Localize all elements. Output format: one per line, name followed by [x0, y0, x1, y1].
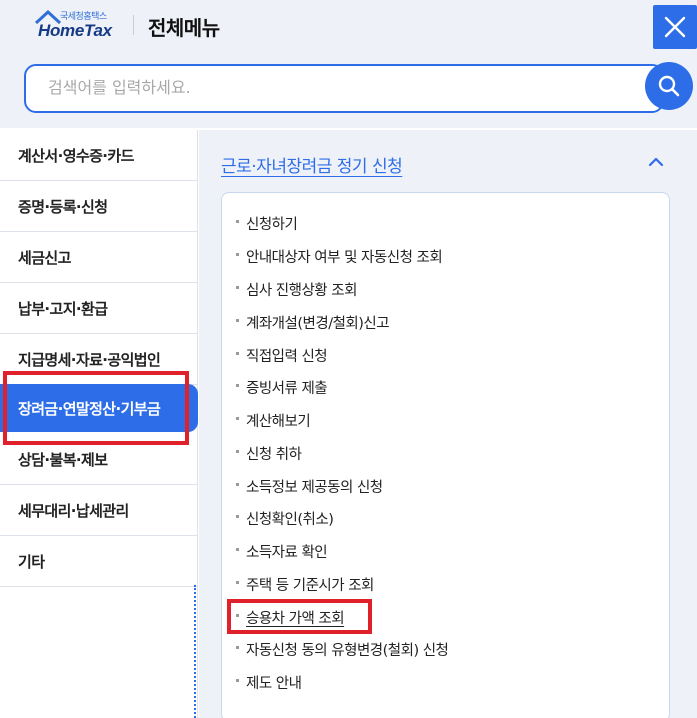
- search-input[interactable]: [48, 78, 608, 97]
- menu-item-consult-appeal-report[interactable]: 상담·불복·제보: [0, 434, 198, 485]
- search-icon: [658, 75, 680, 97]
- submenu-item-account-registration[interactable]: 계좌개설(변경/철회)신고: [236, 312, 390, 333]
- submenu-item-submit-documents[interactable]: 증빙서류 제출: [236, 377, 328, 398]
- submenu-item-housing-price[interactable]: 주택 등 기준시가 조회: [236, 574, 374, 595]
- submenu-item-auto-apply-change[interactable]: 자동신청 동의 유형변경(철회) 신청: [236, 639, 449, 660]
- page-title: 전체메뉴: [148, 16, 220, 40]
- chevron-up-icon[interactable]: [644, 152, 668, 172]
- submenu-item-direct-input[interactable]: 직접입력 신청: [236, 345, 328, 366]
- menu-item-payment-notice-refund[interactable]: 납부·고지·환급: [0, 283, 198, 334]
- submenu-item-car-value[interactable]: 승용차 가액 조회: [236, 607, 345, 628]
- submenu-item-calculate[interactable]: 계산해보기: [236, 410, 311, 431]
- header-divider: [133, 15, 134, 35]
- close-button[interactable]: [653, 5, 697, 49]
- submenu-item-system-guide[interactable]: 제도 안내: [236, 672, 302, 693]
- submenu-item-guide-target[interactable]: 안내대상자 여부 및 자동신청 조회: [236, 246, 443, 267]
- menu-item-payment-statement[interactable]: 지급명세·자료·공익법인: [0, 334, 198, 385]
- search-button[interactable]: [645, 62, 693, 110]
- submenu-panel: 근로·자녀장려금 정기 신청 신청하기 안내대상자 여부 및 자동신청 조회 심…: [199, 130, 697, 718]
- submenu-item-review-status[interactable]: 심사 진행상황 조회: [236, 279, 357, 300]
- submenu-list: 신청하기 안내대상자 여부 및 자동신청 조회 심사 진행상황 조회 계좌개설(…: [221, 192, 670, 718]
- menu-item-tax-filing[interactable]: 세금신고: [0, 232, 198, 283]
- menu-item-certificate-registration[interactable]: 증명·등록·신청: [0, 181, 198, 232]
- close-icon: [664, 16, 686, 38]
- menu-item-tax-agent[interactable]: 세무대리·납세관리: [0, 485, 198, 536]
- submenu-item-withdraw[interactable]: 신청 취하: [236, 443, 302, 464]
- section-title[interactable]: 근로·자녀장려금 정기 신청: [221, 152, 403, 177]
- search-area: [0, 52, 697, 128]
- menu-item-etc[interactable]: 기타: [0, 536, 198, 587]
- left-menu: 계산서·영수증·카드 증명·등록·신청 세금신고 납부·고지·환급 지급명세·자…: [0, 130, 198, 718]
- submenu-item-apply[interactable]: 신청하기: [236, 213, 298, 234]
- search-box: [24, 64, 664, 113]
- hometax-logo[interactable]: 국세청홈택스 HomeTax: [34, 9, 118, 41]
- menu-item-invoice-receipt-card[interactable]: 계산서·영수증·카드: [0, 130, 198, 181]
- dotted-divider: [194, 585, 196, 718]
- submenu-item-income-data[interactable]: 소득자료 확인: [236, 541, 328, 562]
- header-bar: 국세청홈택스 HomeTax 전체메뉴: [0, 0, 697, 52]
- logo-text: HomeTax: [38, 21, 112, 40]
- submenu-item-confirm-cancel[interactable]: 신청확인(취소): [236, 508, 334, 529]
- submenu-item-income-consent[interactable]: 소득정보 제공동의 신청: [236, 476, 383, 497]
- menu-item-incentive-yearend-donation[interactable]: 장려금·연말정산·기부금: [0, 384, 198, 432]
